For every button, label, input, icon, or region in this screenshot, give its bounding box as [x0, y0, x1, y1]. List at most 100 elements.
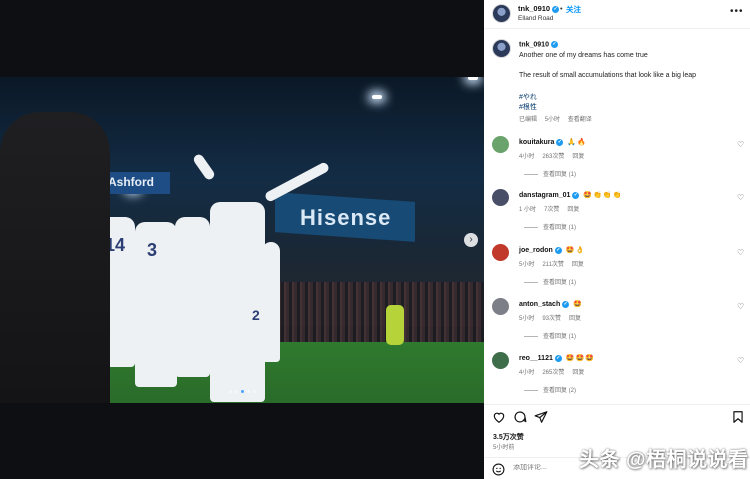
carousel-dot: [247, 390, 250, 393]
follow-button[interactable]: 关注: [566, 4, 581, 15]
stand-sign-text: Ashford: [108, 175, 154, 189]
commenter-avatar[interactable]: [492, 136, 509, 153]
share-icon[interactable]: [534, 410, 548, 424]
emoji-icon[interactable]: [492, 463, 505, 476]
author-avatar[interactable]: [492, 4, 511, 23]
commenter-username-text[interactable]: reo__1121: [519, 355, 553, 362]
caption-line-1: Another one of my dreams has come true: [519, 52, 648, 59]
verified-icon: ✓: [552, 5, 560, 13]
comment-meta: 5小时 93次赞 回复: [519, 313, 589, 322]
verified-icon: ✓: [556, 138, 564, 146]
commenter-username[interactable]: kouitakura ✓ 🙏🔥: [519, 138, 587, 146]
translate-link[interactable]: 查看翻译: [568, 117, 592, 123]
verified-icon: ✓: [562, 300, 570, 308]
commenter-username-text[interactable]: danstagram_01: [519, 192, 570, 199]
comment-meta: 4小时 263次赞 回复: [519, 151, 592, 160]
comment-text: 🤩👏👏👏: [583, 192, 623, 199]
goalkeeper: [386, 305, 404, 345]
like-count[interactable]: 3.5万次赞: [493, 432, 524, 442]
commenter-avatar[interactable]: [492, 298, 509, 315]
commenter-avatar[interactable]: [492, 189, 509, 206]
location-link[interactable]: Elland Road: [518, 15, 553, 22]
comment-text: 🤩👌: [565, 247, 586, 254]
carousel-dot: [235, 390, 238, 393]
comment-meta: 1 小时 7次赞 回复: [519, 204, 587, 213]
comment-likes[interactable]: 263次赞: [542, 154, 564, 160]
comment-heart-icon[interactable]: ♡: [737, 302, 744, 311]
reply-button[interactable]: 回复: [569, 316, 581, 322]
commenter-avatar[interactable]: [492, 352, 509, 369]
ad-board-text: Hisense: [300, 205, 392, 230]
verified-icon: ✓: [550, 41, 558, 48]
comment-item: danstagram_01 ✓ 🤩👏👏👏 1 小时 7次赞 回复查看回复 (1) ♡: [484, 189, 750, 244]
comment-text: 🤩: [573, 301, 583, 308]
carousel-dots: [229, 390, 256, 393]
commenter-avatar[interactable]: [492, 244, 509, 261]
separator: •: [560, 4, 563, 13]
comment-icon[interactable]: [513, 410, 527, 424]
player-figure-main: [210, 202, 265, 402]
verified-icon: ✓: [554, 354, 562, 362]
more-options-icon[interactable]: •••: [730, 6, 744, 17]
comment-time: 4小时: [519, 154, 535, 160]
commenter-username-text[interactable]: anton_stach: [519, 301, 560, 308]
author-avatar[interactable]: [492, 39, 511, 58]
caption-username[interactable]: tnk_0910 ✓: [519, 41, 560, 48]
caption-line-2: The result of small accumulations that l…: [519, 72, 697, 79]
watermark: 头条 @梧桐说说看: [579, 449, 749, 471]
reply-button[interactable]: 回复: [572, 370, 584, 376]
view-replies-link[interactable]: 查看回复 (1): [524, 331, 576, 340]
hashtag-link[interactable]: #やれ: [519, 92, 537, 102]
player-number: 2: [252, 307, 260, 323]
edited-label: 已编辑: [519, 117, 538, 123]
comment-likes[interactable]: 211次赞: [542, 262, 564, 268]
commenter-username[interactable]: anton_stach ✓ 🤩: [519, 300, 583, 308]
view-replies-link[interactable]: 查看回复 (1): [524, 169, 576, 178]
commenter-username[interactable]: reo__1121 ✓ 🤩🤩🤩: [519, 354, 595, 362]
comment-heart-icon[interactable]: ♡: [737, 248, 744, 257]
floodlight: [468, 77, 478, 80]
post-sidebar: tnk_0910 ✓ • 关注 Elland Road ••• tnk_0910 ✓…: [484, 0, 750, 479]
hashtag-link[interactable]: #根性: [519, 102, 537, 112]
post-photo[interactable]: Hisense Ashford 14 3 2 ›: [0, 77, 484, 403]
chevron-right-icon[interactable]: ›: [464, 233, 478, 247]
player-figure: [262, 242, 280, 362]
carousel-dot: [253, 390, 256, 393]
bookmark-icon[interactable]: [731, 410, 745, 424]
reply-button[interactable]: 回复: [567, 207, 579, 213]
player-number: 3: [147, 240, 158, 260]
comment-likes[interactable]: 7次赞: [544, 207, 559, 213]
heart-icon[interactable]: [492, 410, 506, 424]
comment-time: 4小时: [519, 370, 535, 376]
caption-username-text[interactable]: tnk_0910: [519, 41, 549, 48]
comment-item: joe_rodon ✓ 🤩👌 5小时 211次赞 回复 查看回复 (1) ♡: [484, 244, 750, 299]
player-figure: [175, 217, 210, 377]
author-username-text[interactable]: tnk_0910: [518, 4, 550, 13]
verified-icon: ✓: [572, 191, 580, 199]
commenter-username[interactable]: danstagram_01 ✓ 🤩👏👏👏: [519, 191, 622, 199]
commenter-username[interactable]: joe_rodon ✓ 🤩👌: [519, 246, 585, 254]
comment-likes[interactable]: 265次赞: [542, 370, 564, 376]
reply-button[interactable]: 回复: [572, 154, 584, 160]
comment-time: 1 小时: [519, 207, 537, 213]
view-replies-link[interactable]: 查看回复 (1): [524, 277, 576, 286]
commenter-username-text[interactable]: joe_rodon: [519, 247, 553, 254]
commenter-username-text[interactable]: kouitakura: [519, 139, 554, 146]
view-replies-link[interactable]: 查看回复 (1): [524, 222, 576, 231]
cameraman: [0, 112, 110, 403]
carousel-dot-active: [241, 390, 244, 393]
comment-likes[interactable]: 93次赞: [542, 316, 561, 322]
comment-text: 🙏🔥: [567, 139, 587, 146]
comment-item: anton_stach ✓ 🤩 5小时 93次赞 回复 查看回复 (1) ♡: [484, 298, 750, 353]
author-username[interactable]: tnk_0910 ✓: [518, 4, 561, 13]
floodlight: [372, 95, 382, 99]
comment-meta: 5小时 211次赞 回复: [519, 259, 592, 268]
caption-meta: 已编辑 5小时 查看翻译: [519, 114, 592, 123]
comment-heart-icon[interactable]: ♡: [737, 193, 744, 202]
view-replies-link[interactable]: 查看回复 (2): [524, 385, 576, 394]
comment-heart-icon[interactable]: ♡: [737, 356, 744, 365]
comment-heart-icon[interactable]: ♡: [737, 140, 744, 149]
post-header: tnk_0910 ✓ • 关注 Elland Road •••: [484, 0, 750, 29]
comment-meta: 4小时 265次赞 回复: [519, 367, 592, 376]
reply-button[interactable]: 回复: [572, 262, 584, 268]
